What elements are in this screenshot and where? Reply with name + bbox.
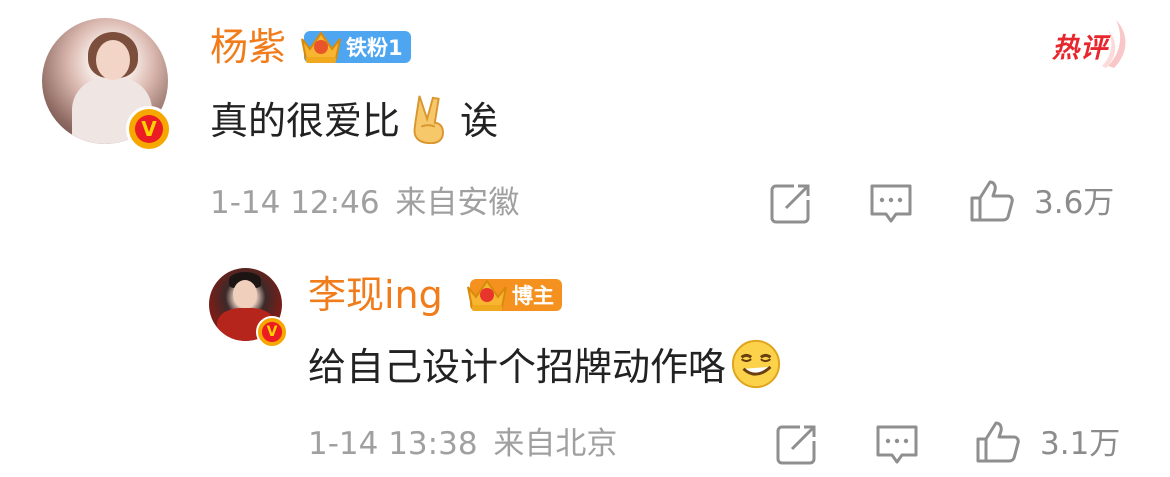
reply-meta: 1-14 13:38 来自北京 [308,425,617,463]
comment-text: 真的很爱比 诶 [210,92,498,144]
reply-location: 来自北京 [493,426,618,462]
reply-text-body: 给自己设计个招牌动作咯 [308,345,727,389]
verified-badge-icon: V [126,106,172,152]
reply-author-name[interactable]: 李现ing [308,272,443,318]
hot-comment-badge: 热评 [1050,16,1130,70]
crown-icon [301,31,341,63]
comment-date: 1-14 12:46 [210,185,380,221]
smirk-face-icon [731,339,781,389]
crown-icon [467,279,507,311]
comment-text-part1: 真的很爱比 [210,99,401,143]
reply-date: 1-14 13:38 [308,426,478,462]
blogger-badge-label: 博主 [512,284,554,308]
like-count: 3.6万 [1034,185,1115,221]
share-icon[interactable] [768,182,812,226]
comment-text-part2: 诶 [460,99,499,143]
reply-verified-badge-icon: V [256,316,288,348]
blogger-badge: 博主 [467,279,562,311]
fan-badge-label: 铁粉1 [346,36,403,60]
fan-badge[interactable]: 铁粉1 [301,31,411,63]
reply-share-icon[interactable] [774,423,818,467]
comment-icon[interactable] [868,182,914,226]
comment-meta: 1-14 12:46 来自安徽 [210,184,519,222]
reply-like-icon[interactable] [974,419,1022,465]
reply-comment-icon[interactable] [874,423,920,467]
reply-text: 给自己设计个招牌动作咯 [308,338,782,390]
comment-location: 来自安徽 [395,185,520,221]
reply-like-count: 3.1万 [1040,426,1121,462]
victory-hand-icon [413,95,444,144]
commenter-name[interactable]: 杨紫 [210,24,286,70]
hot-comment-label: 热评 [1052,33,1108,64]
like-icon[interactable] [968,178,1016,224]
